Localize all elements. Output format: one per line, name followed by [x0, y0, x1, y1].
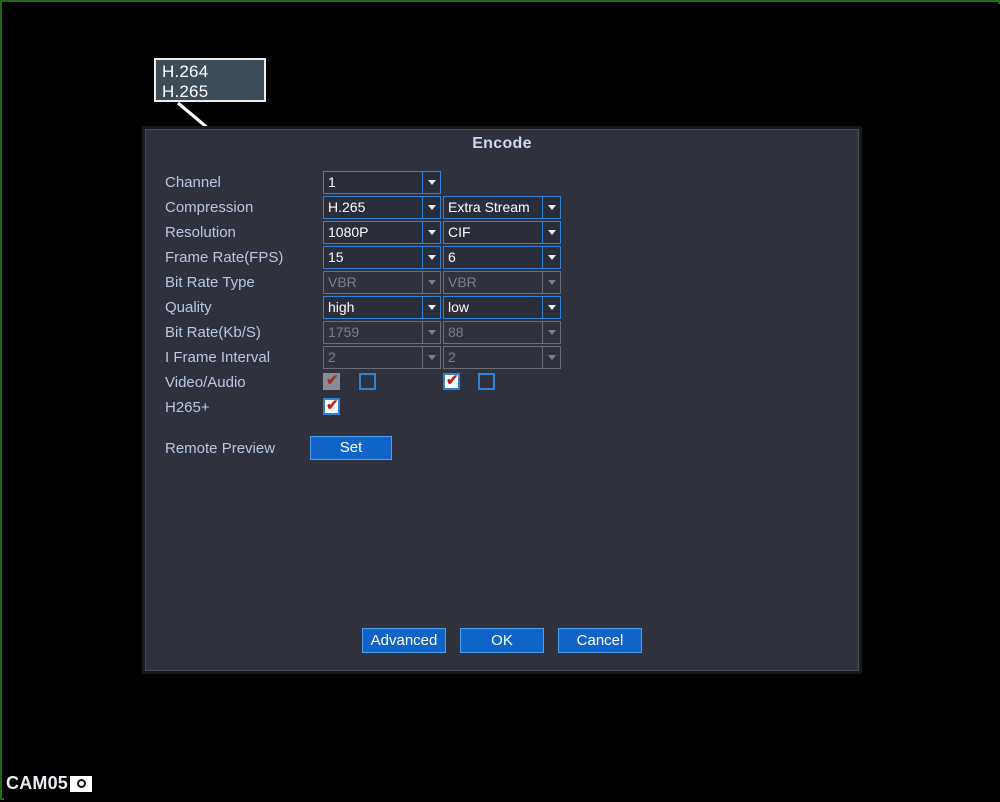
chevron-down-icon[interactable] — [542, 222, 560, 243]
video-extra-checkbox[interactable]: ✔ — [443, 372, 460, 390]
i-frame-interval-extra-value: 2 — [448, 349, 456, 365]
record-dot-icon — [70, 775, 93, 792]
i-frame-interval-extra-select: 2 — [443, 346, 561, 369]
bit-rate-main-value: 1759 — [328, 324, 360, 340]
check-icon: ✔ — [446, 372, 459, 389]
chevron-down-icon — [422, 347, 440, 368]
resolution-extra-value: CIF — [448, 224, 471, 240]
dvr-screen: H.264 H.265 Encode Channel 1 Compression — [0, 0, 1000, 800]
encode-dialog: Encode Channel 1 Compression H.265 Extra… — [142, 126, 862, 674]
label-quality: Quality — [165, 299, 212, 316]
frame-rate-main-select[interactable]: 15 — [323, 246, 441, 269]
label-resolution: Resolution — [165, 224, 236, 241]
label-h265plus: H265+ — [165, 399, 210, 416]
bit-rate-type-extra-select: VBR — [443, 271, 561, 294]
i-frame-interval-main-value: 2 — [328, 349, 336, 365]
audio-main-checkbox[interactable] — [359, 373, 376, 390]
check-icon: ✔ — [326, 372, 339, 389]
quality-extra-select[interactable]: low — [443, 296, 561, 319]
ok-button[interactable]: OK — [460, 628, 544, 653]
chevron-down-icon[interactable] — [422, 197, 440, 218]
label-remote-preview: Remote Preview — [165, 440, 276, 457]
frame-rate-extra-select[interactable]: 6 — [443, 246, 561, 269]
label-frame-rate: Frame Rate(FPS) — [165, 249, 284, 266]
compression-main-select[interactable]: H.265 — [323, 196, 441, 219]
set-button[interactable]: Set — [310, 436, 392, 460]
callout-option-h264: H.264 — [162, 62, 209, 81]
frame-rate-extra-value: 6 — [448, 249, 456, 265]
chevron-down-icon — [542, 272, 560, 293]
channel-name-text: CAM05 — [6, 773, 69, 793]
bit-rate-type-extra-value: VBR — [448, 274, 477, 290]
bit-rate-type-main-select: VBR — [323, 271, 441, 294]
chevron-down-icon[interactable] — [422, 222, 440, 243]
resolution-main-value: 1080P — [328, 224, 369, 240]
stream-type-value: Extra Stream — [448, 199, 530, 215]
compression-options-callout: H.264 H.265 — [154, 58, 266, 102]
cancel-button[interactable]: Cancel — [558, 628, 642, 653]
bit-rate-type-main-value: VBR — [328, 274, 357, 290]
chevron-down-icon[interactable] — [542, 197, 560, 218]
audio-extra-checkbox[interactable] — [478, 373, 495, 390]
chevron-down-icon — [422, 272, 440, 293]
frame-rate-main-value: 15 — [328, 249, 344, 265]
advanced-button[interactable]: Advanced — [362, 628, 446, 653]
i-frame-interval-main-select: 2 — [323, 346, 441, 369]
chevron-down-icon — [542, 322, 560, 343]
h265plus-checkbox[interactable]: ✔ — [323, 397, 340, 415]
chevron-down-icon — [542, 347, 560, 368]
bit-rate-extra-value: 88 — [448, 324, 464, 340]
chevron-down-icon[interactable] — [542, 247, 560, 268]
chevron-down-icon[interactable] — [422, 297, 440, 318]
osd-channel-label: CAM05 — [6, 773, 93, 794]
chevron-down-icon[interactable] — [422, 172, 440, 193]
video-main-checkbox: ✔ — [323, 372, 340, 390]
dialog-actions: Advanced OK Cancel — [145, 628, 859, 653]
resolution-main-select[interactable]: 1080P — [323, 221, 441, 244]
stream-type-select[interactable]: Extra Stream — [443, 196, 561, 219]
bit-rate-extra-select: 88 — [443, 321, 561, 344]
chevron-down-icon — [422, 322, 440, 343]
label-i-frame-interval: I Frame Interval — [165, 349, 271, 366]
bit-rate-main-select: 1759 — [323, 321, 441, 344]
channel-select[interactable]: 1 — [323, 171, 441, 194]
label-bit-rate-type: Bit Rate Type — [165, 274, 255, 291]
check-icon: ✔ — [326, 397, 339, 414]
chevron-down-icon[interactable] — [542, 297, 560, 318]
compression-main-value: H.265 — [328, 199, 366, 215]
quality-main-value: high — [328, 299, 355, 315]
label-bit-rate: Bit Rate(Kb/S) — [165, 324, 261, 341]
quality-extra-value: low — [448, 299, 470, 315]
resolution-extra-select[interactable]: CIF — [443, 221, 561, 244]
label-channel: Channel — [165, 174, 221, 191]
label-compression: Compression — [165, 199, 254, 216]
quality-main-select[interactable]: high — [323, 296, 441, 319]
label-video-audio: Video/Audio — [165, 374, 246, 391]
page-title: Encode — [472, 135, 532, 152]
chevron-down-icon[interactable] — [422, 247, 440, 268]
channel-value: 1 — [328, 174, 336, 190]
callout-option-h265: H.265 — [162, 82, 209, 101]
